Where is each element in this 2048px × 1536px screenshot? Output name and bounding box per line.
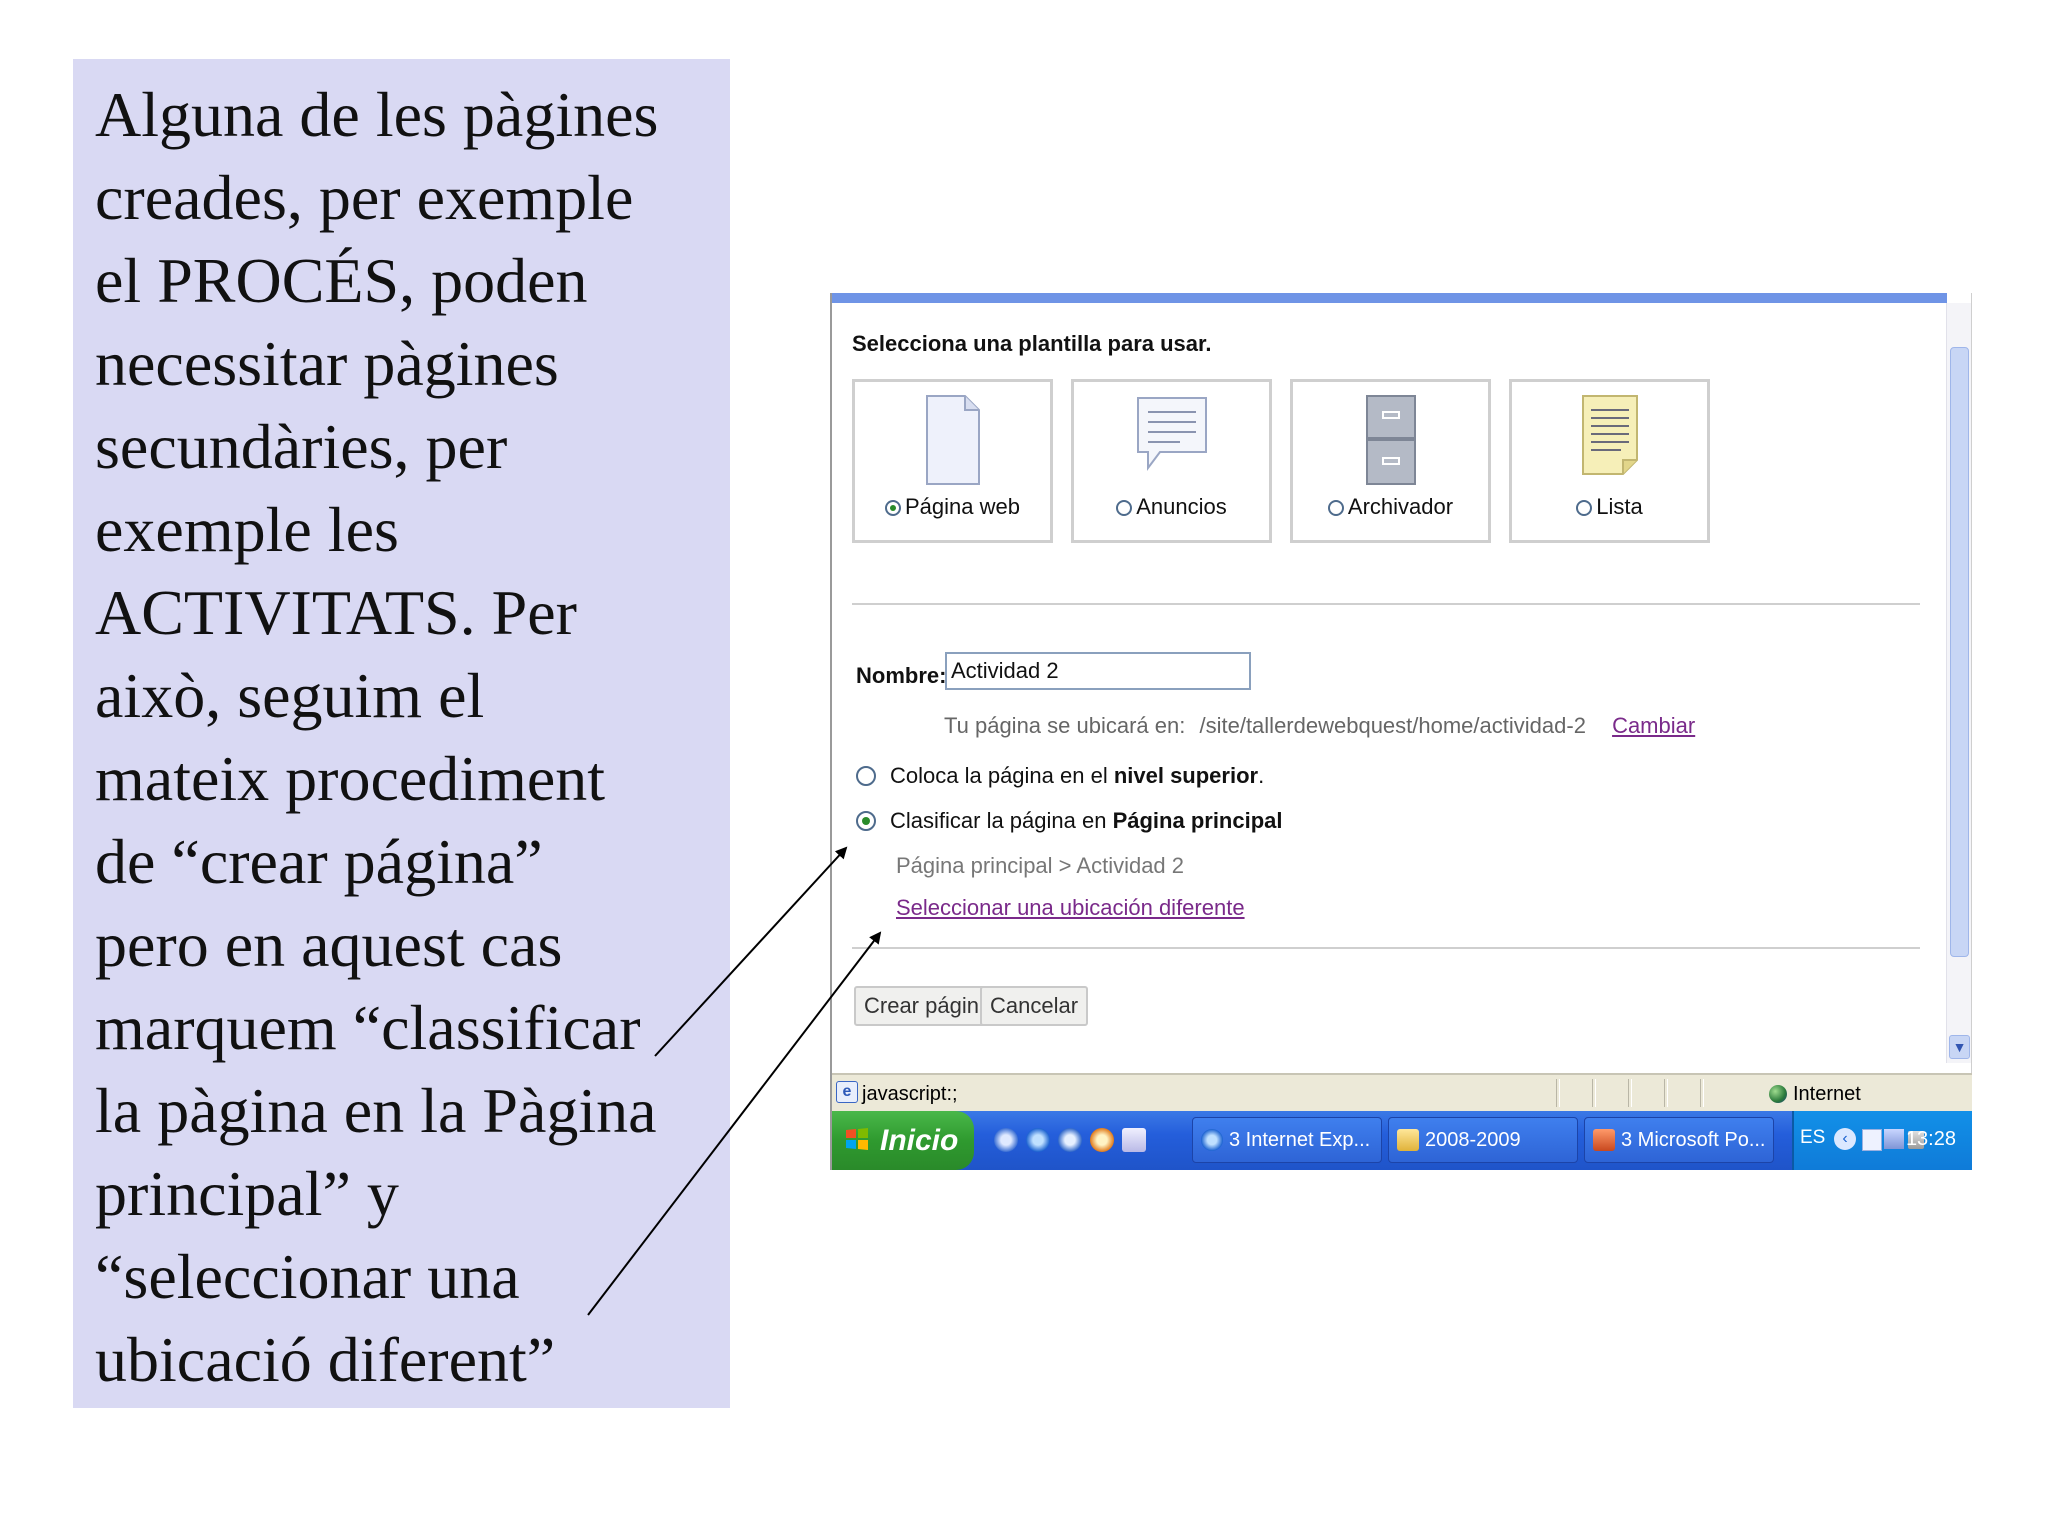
template-radio-web-page[interactable] (885, 500, 901, 516)
browser-screenshot: Selecciona una plantilla para usar. Pági… (830, 293, 1972, 1170)
task-powerpoint[interactable]: 3 Microsoft Po... (1584, 1117, 1774, 1163)
folder-icon (1397, 1129, 1419, 1151)
select-other-location-link[interactable]: Seleccionar una ubicación diferente (896, 895, 1245, 921)
radio-top-level[interactable] (856, 766, 876, 786)
template-web-page[interactable]: Página web (852, 379, 1053, 543)
template-label: Lista (1596, 494, 1643, 519)
template-radio-list[interactable] (1576, 500, 1593, 516)
name-label: Nombre: (856, 663, 947, 688)
window-top-border (832, 293, 1947, 303)
internet-explorer-icon (1201, 1129, 1223, 1151)
divider (852, 947, 1920, 949)
quicklaunch-media-player-icon[interactable] (1090, 1128, 1114, 1152)
template-heading: Selecciona una plantilla para usar. (852, 331, 1212, 356)
speech-bubble-icon (1136, 397, 1207, 471)
status-separator (1592, 1079, 1596, 1107)
cancel-button[interactable]: Cancelar (980, 986, 1089, 1026)
document-icon (925, 395, 980, 485)
status-separator (1664, 1079, 1668, 1107)
option-top-level[interactable]: Coloca la página en el nivel superior. (856, 763, 1264, 789)
list-note-icon (1581, 395, 1638, 475)
tray-app-icon[interactable] (1862, 1129, 1882, 1151)
clock: 13:28 (1905, 1128, 1956, 1150)
name-input[interactable]: Actividad 2 (945, 652, 1251, 690)
task-internet-explorer[interactable]: 3 Internet Exp... (1192, 1117, 1382, 1163)
template-label: Archivador (1347, 494, 1454, 519)
breadcrumb: Página principal > Actividad 2 (896, 853, 1185, 878)
create-page-form: Selecciona una plantilla para usar. Pági… (832, 303, 1946, 1063)
quicklaunch-outlook-icon[interactable] (1058, 1128, 1082, 1152)
task-folder[interactable]: 2008-2009 (1388, 1117, 1578, 1163)
template-announcements[interactable]: Anuncios (1071, 379, 1272, 543)
status-bar: e javascript:; Internet (832, 1073, 1972, 1111)
powerpoint-icon (1593, 1129, 1615, 1151)
file-cabinet-icon (1365, 395, 1416, 485)
explanation-text: Alguna de les pàgines creades, per exemp… (95, 79, 659, 1395)
explanation-panel: Alguna de les pàgines creades, per exemp… (73, 59, 730, 1408)
template-file-cabinet[interactable]: Archivador (1290, 379, 1491, 543)
location-info: Tu página se ubicará en: /site/tallerdew… (944, 713, 1695, 739)
globe-icon (1769, 1085, 1787, 1103)
template-label: Anuncios (1136, 494, 1227, 519)
windows-flag-icon (846, 1128, 868, 1150)
page-icon: e (836, 1081, 858, 1103)
quicklaunch-desktop-icon[interactable] (1122, 1128, 1146, 1152)
change-location-link[interactable]: Cambiar (1612, 713, 1695, 738)
location-path: /site/tallerdewebquest/home/actividad-2 (1199, 713, 1586, 738)
security-zone: Internet (1769, 1083, 1861, 1106)
network-icon[interactable] (1884, 1129, 1904, 1149)
template-radio-announcements[interactable] (1116, 500, 1133, 516)
start-button[interactable]: Inicio (832, 1111, 974, 1170)
system-tray: ES ‹ 13:28 (1792, 1111, 1972, 1170)
option-classify[interactable]: Clasificar la página en Página principal (856, 808, 1283, 834)
status-separator (1700, 1079, 1704, 1107)
template-radio-file-cabinet[interactable] (1327, 500, 1344, 516)
language-indicator[interactable]: ES (1800, 1127, 1825, 1149)
chevron-left-icon[interactable]: ‹ (1834, 1128, 1856, 1150)
vertical-scrollbar[interactable]: ▼ (1946, 303, 1971, 1063)
radio-classify[interactable] (856, 811, 876, 831)
quicklaunch-messenger-icon[interactable] (994, 1128, 1018, 1152)
location-prefix: Tu página se ubicará en: (944, 713, 1186, 738)
scroll-thumb[interactable] (1950, 347, 1969, 957)
divider (852, 603, 1920, 605)
status-text: javascript:; (862, 1083, 958, 1105)
template-label: Página web (905, 494, 1020, 519)
taskbar: Inicio 3 Internet Exp... 2008-2009 3 Mic… (832, 1111, 1972, 1170)
quicklaunch-internet-explorer-icon[interactable] (1026, 1128, 1050, 1152)
status-separator (1556, 1079, 1560, 1107)
status-separator (1628, 1079, 1632, 1107)
template-list[interactable]: Lista (1509, 379, 1710, 543)
scroll-down-icon[interactable]: ▼ (1949, 1035, 1970, 1059)
